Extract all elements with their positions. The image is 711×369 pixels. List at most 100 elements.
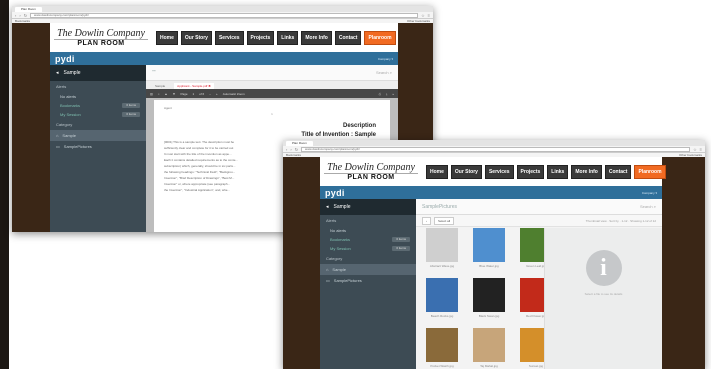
nav-contact[interactable]: Contact (334, 30, 362, 45)
pydi-header: pydi Company ▾ (320, 186, 662, 199)
nav-more-info[interactable]: More Info (301, 30, 332, 45)
thumbnail[interactable]: Pocket Watch.jpg (422, 328, 462, 369)
alerts-section: Alerts (326, 218, 337, 223)
nav-services[interactable]: Services (214, 30, 244, 45)
tab-sample[interactable]: Sample (152, 83, 168, 89)
search-field[interactable]: Search ⌕ (376, 70, 392, 75)
search-input[interactable]: "" (152, 70, 156, 76)
thumbnail-caption: Abstract Wave.jpg (429, 264, 455, 268)
nav-our-story[interactable]: Our Story (180, 30, 212, 45)
page-count: of 6 (199, 91, 205, 96)
other-bookmarks[interactable]: Other bookmarks (679, 153, 702, 157)
nav-projects[interactable]: Projects (246, 30, 275, 45)
bookmarks-label[interactable]: Bookmarks (15, 19, 30, 23)
star-icon[interactable]: ☆ (693, 147, 697, 152)
category-samplepictures[interactable]: ▭ SamplePictures (50, 141, 146, 152)
company-logo[interactable]: The Dowlin Company PLAN ROOM (54, 28, 148, 47)
menu-icon[interactable]: ≡ (700, 147, 702, 152)
thumbnail[interactable]: Blue Water.jpg (469, 228, 509, 272)
nav-links[interactable]: Links (547, 164, 569, 179)
search-icon[interactable]: ⌕ (158, 92, 160, 96)
folder-path[interactable]: SamplePictures (422, 204, 457, 210)
nav-contact[interactable]: Contact (604, 164, 632, 179)
more-icon[interactable]: » (392, 92, 394, 96)
home-icon: ⌂ (326, 267, 329, 272)
page-label: Page (180, 91, 188, 96)
thumbnail-caption: Black Swan.jpg (478, 314, 500, 318)
download-icon[interactable]: ⤓ (386, 92, 387, 96)
nav-home[interactable]: Home (426, 164, 448, 179)
select-all-button[interactable]: Select all (434, 216, 455, 225)
nav-planroom[interactable]: Planroom (364, 30, 396, 45)
pdf-agent: Agent (164, 106, 172, 110)
page-number-input[interactable]: 1 (193, 92, 195, 96)
category-sample[interactable]: ⌂ Sample (320, 264, 416, 275)
nav-our-story[interactable]: Our Story (450, 164, 482, 179)
search-icon: ⌕ (389, 70, 392, 75)
logo-subtitle: PLAN ROOM (347, 174, 395, 181)
down-icon[interactable]: ▼ (173, 92, 176, 96)
menu-icon[interactable]: ≡ (428, 13, 430, 18)
thumbnail[interactable]: Black Swan.jpg (469, 278, 509, 322)
search-row: SamplePictures Search ⌕ (416, 199, 662, 215)
category-sample[interactable]: ⌂ Sample (50, 130, 146, 141)
zoom-select[interactable]: Automatic Zoom (223, 92, 245, 96)
company-logo[interactable]: The Dowlin Company PLAN ROOM (324, 162, 418, 181)
gallery-view: SamplePictures Search ⌕ ‹ Select all Thu… (416, 199, 662, 369)
reload-icon[interactable]: ↻ (24, 13, 27, 18)
alerts-empty: No alerts (60, 94, 77, 99)
nav-links[interactable]: Links (277, 30, 299, 45)
browser-tab[interactable]: Plan Room (15, 6, 42, 12)
sidebar-item-my-session[interactable]: My Session 0 items (50, 110, 146, 119)
sidebar-item-bookmarks[interactable]: Bookmarks 0 items (320, 235, 416, 244)
zoom-in-icon[interactable]: + (216, 92, 218, 96)
pydi-logo[interactable]: pydi (55, 54, 75, 64)
arrow-left-icon[interactable]: ◂ (326, 204, 329, 210)
tab-document[interactable]: Applicant - Sample.pdf ✖ (174, 83, 214, 89)
nav-home[interactable]: Home (156, 30, 178, 45)
back-button[interactable]: ‹ (422, 216, 431, 225)
url-field[interactable]: www.dowlincompany.com/planroom/pydi/ (30, 12, 419, 18)
forward-icon[interactable]: › (290, 147, 291, 152)
sidebar-header[interactable]: ◂ Sample (320, 199, 416, 215)
gallery-toolbar: ‹ Select all Thumbnail view · Sort by · … (416, 215, 662, 227)
back-icon[interactable]: ‹ (286, 147, 287, 152)
bookmarks-label[interactable]: Bookmarks (286, 153, 301, 157)
reload-icon[interactable]: ↻ (295, 147, 298, 152)
thumbnail-image (473, 228, 505, 262)
sidebar-item-my-session[interactable]: My Session 0 items (320, 244, 416, 253)
sidebar-item-bookmarks[interactable]: Bookmarks 0 items (50, 101, 146, 110)
pdf-title: Title of Invention : Sample (301, 132, 376, 138)
brand-bar: The Dowlin Company PLAN ROOM Home Our St… (50, 23, 398, 52)
forward-icon[interactable]: › (19, 13, 20, 18)
nav-planroom[interactable]: Planroom (634, 164, 666, 179)
thumbnail-image (426, 278, 458, 312)
other-bookmarks[interactable]: Other bookmarks (407, 19, 430, 23)
user-menu[interactable]: Company ▾ (378, 57, 393, 61)
nav-more-info[interactable]: More Info (571, 164, 602, 179)
category-samplepictures[interactable]: ▭ SamplePictures (320, 275, 416, 286)
sidebar-toggle-icon[interactable]: ▥ (150, 92, 153, 96)
browser-window-pictures: Plan Room ‹ › ↻ www.dowlincompany.com/pl… (283, 140, 705, 369)
pydi-logo[interactable]: pydi (325, 188, 345, 198)
nav-services[interactable]: Services (484, 164, 514, 179)
url-field[interactable]: www.dowlincompany.com/planroom/pydi/ (301, 146, 691, 152)
zoom-out-icon[interactable]: − (209, 92, 211, 96)
print-icon[interactable]: ⎙ (379, 92, 381, 96)
arrow-left-icon[interactable]: ◂ (56, 70, 59, 76)
search-field[interactable]: Search ⌕ (640, 204, 656, 209)
user-menu[interactable]: Company ▾ (642, 191, 657, 195)
up-icon[interactable]: ▲ (165, 92, 168, 96)
thumbnail[interactable]: Taj Mahal.jpg (469, 328, 509, 369)
browser-tab[interactable]: Plan Room (286, 140, 313, 146)
nav-projects[interactable]: Projects (516, 164, 545, 179)
thumbnail[interactable]: Abstract Wave.jpg (422, 228, 462, 272)
thumbnail[interactable]: Beach Rocks.jpg (422, 278, 462, 322)
back-icon[interactable]: ‹ (15, 13, 16, 18)
thumbnail-caption: Blue Water.jpg (479, 264, 499, 268)
thumbnail-image (426, 328, 458, 362)
sidebar-header[interactable]: ◂ Sample (50, 65, 146, 81)
sidebar-item-label: Bookmarks (60, 103, 81, 108)
star-icon[interactable]: ☆ (421, 13, 425, 18)
sidebar-item-label: Bookmarks (330, 237, 351, 242)
